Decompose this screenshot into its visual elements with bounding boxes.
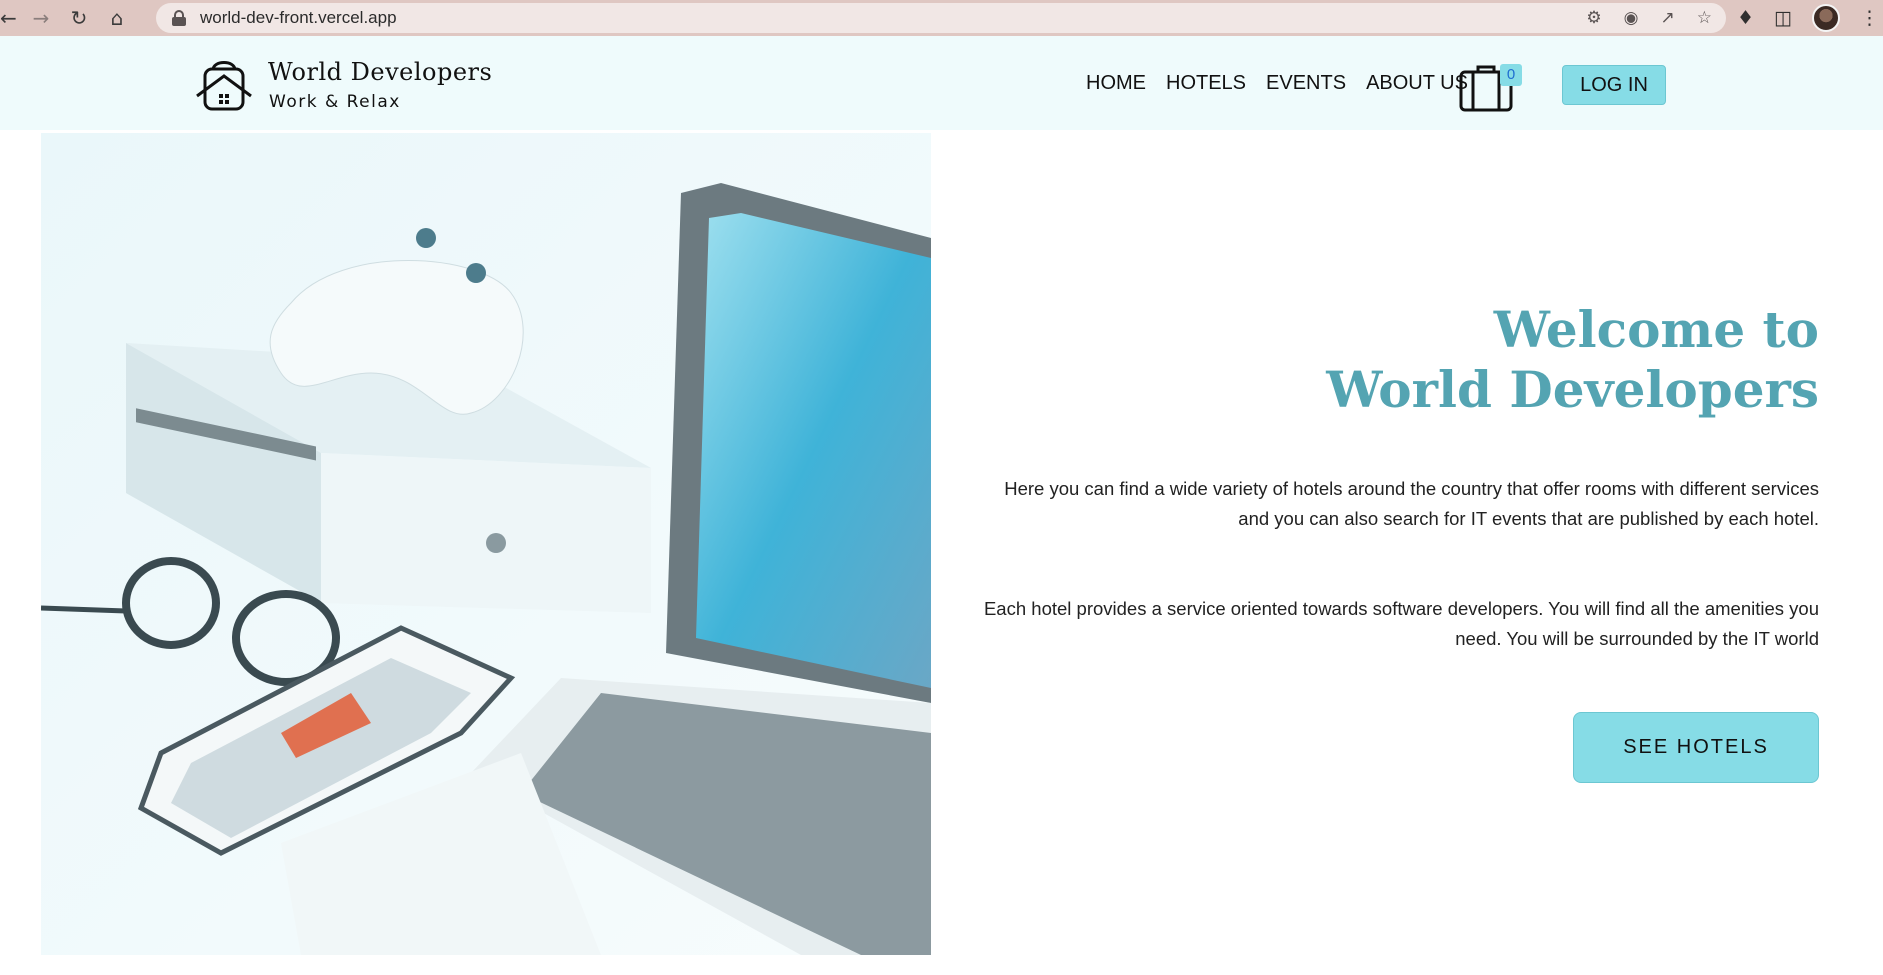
home-icon[interactable]: ⌂ <box>98 0 136 36</box>
share-icon[interactable]: ↗ <box>1661 8 1675 28</box>
main-nav: HOME HOTELS EVENTS ABOUT US <box>1086 72 1488 95</box>
url-text: world-dev-front.vercel.app <box>200 8 397 27</box>
hero-title: Welcome to World Developers <box>1326 300 1819 420</box>
lock-icon <box>172 10 186 26</box>
login-button[interactable]: LOG IN <box>1562 65 1666 105</box>
side-panel-icon[interactable]: ◫ <box>1774 7 1792 29</box>
star-icon[interactable]: ☆ <box>1697 8 1712 28</box>
extensions-icon[interactable]: ♦ <box>1737 7 1754 29</box>
forward-icon[interactable]: → <box>22 0 60 36</box>
hero-title-line1: Welcome to <box>1493 300 1819 359</box>
hero-paragraph-1: Here you can find a wide variety of hote… <box>1004 478 1819 529</box>
brand-tagline: Work & Relax <box>269 92 401 112</box>
hero-title-line2: World Developers <box>1326 360 1819 419</box>
back-icon[interactable]: ← <box>0 0 22 36</box>
menu-icon[interactable]: ⋮ <box>1860 7 1879 29</box>
see-hotels-button[interactable]: SEE HOTELS <box>1573 712 1819 783</box>
nav-events[interactable]: EVENTS <box>1266 72 1346 95</box>
cart-count-badge: 0 <box>1500 64 1522 86</box>
nav-hotels[interactable]: HOTELS <box>1166 72 1246 95</box>
browser-toolbar: ← → ↻ ⌂ world-dev-front.vercel.app ⚙ ◉ ↗… <box>0 0 1883 36</box>
nav-about-us[interactable]: ABOUT US <box>1366 72 1468 95</box>
key-icon[interactable]: ⚙ <box>1586 8 1601 28</box>
address-bar[interactable]: world-dev-front.vercel.app ⚙ ◉ ↗ ☆ <box>156 3 1726 33</box>
nav-home[interactable]: HOME <box>1086 72 1146 95</box>
hero-paragraph-2: Each hotel provides a service oriented t… <box>983 598 1819 649</box>
luggage-house-logo-icon[interactable] <box>195 56 253 114</box>
hero-image <box>41 133 931 955</box>
reload-icon[interactable]: ↻ <box>60 0 98 36</box>
brand-name: World Developers <box>268 58 493 86</box>
profile-avatar[interactable] <box>1812 4 1840 32</box>
eye-off-icon[interactable]: ◉ <box>1624 8 1639 28</box>
site-header: World Developers Work & Relax HOME HOTEL… <box>0 36 1883 130</box>
